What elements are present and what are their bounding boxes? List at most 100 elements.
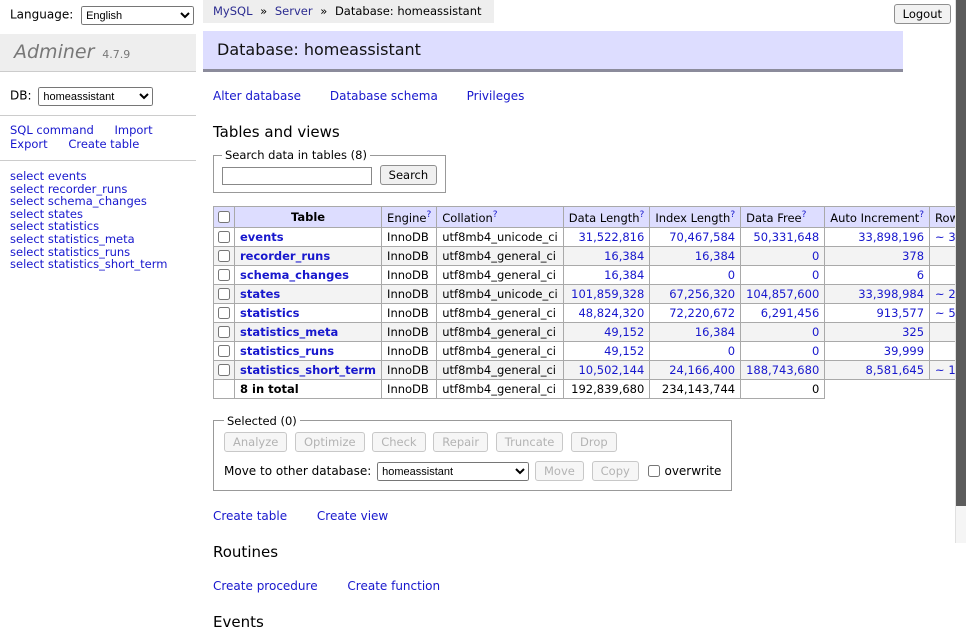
collation-cell: utf8mb4_general_ci [437, 360, 564, 379]
table-link[interactable]: events [240, 230, 284, 244]
data-free-link[interactable]: 188,743,680 [746, 363, 819, 377]
create-table-link-sidebar[interactable]: Create table [68, 137, 139, 151]
index-length-link[interactable]: 16,384 [695, 325, 735, 339]
move-button[interactable]: Move [535, 461, 584, 481]
privileges-link[interactable]: Privileges [467, 89, 525, 103]
data-length-link[interactable]: 10,502,144 [578, 363, 644, 377]
truncate-button[interactable]: Truncate [496, 432, 564, 452]
move-database-select[interactable]: homeassistant [377, 462, 529, 481]
breadcrumb: MySQL » Server » Database: homeassistant [203, 0, 494, 23]
table-link[interactable]: statistics_runs [240, 344, 334, 358]
data-length-link[interactable]: 16,384 [604, 249, 644, 263]
col-table: Table [235, 207, 382, 228]
total-index-length: 234,143,744 [650, 379, 741, 398]
overwrite-checkbox[interactable] [648, 465, 660, 477]
sidebar-item-select-statistics-short-term[interactable]: select statistics_short_term [10, 258, 186, 271]
table-link[interactable]: schema_changes [240, 268, 349, 282]
collation-cell: utf8mb4_general_ci [437, 341, 564, 360]
index-length-link[interactable]: 70,467,584 [669, 230, 735, 244]
sidebar-item-select-statistics-meta[interactable]: select statistics_meta [10, 233, 186, 246]
data-length-link[interactable]: 49,152 [604, 344, 644, 358]
auto-increment-link[interactable]: 33,398,984 [858, 287, 924, 301]
table-link[interactable]: states [240, 287, 280, 301]
data-free-link[interactable]: 50,331,648 [753, 230, 819, 244]
import-link[interactable]: Import [114, 123, 152, 137]
optimize-button[interactable]: Optimize [295, 432, 365, 452]
table-link[interactable]: statistics [240, 306, 300, 320]
auto-increment-link[interactable]: 325 [902, 325, 924, 339]
auto-increment-link[interactable]: 33,898,196 [858, 230, 924, 244]
table-row: recorder_runs InnoDB utf8mb4_general_ci … [214, 246, 966, 265]
breadcrumb-mysql-link[interactable]: MySQL [213, 4, 253, 18]
row-checkbox[interactable] [218, 326, 230, 338]
index-length-link[interactable]: 24,166,400 [669, 363, 735, 377]
search-button[interactable]: Search [380, 165, 438, 185]
row-checkbox[interactable] [218, 288, 230, 300]
auto-increment-link[interactable]: 39,999 [884, 344, 924, 358]
data-length-link[interactable]: 16,384 [604, 268, 644, 282]
row-checkbox[interactable] [218, 307, 230, 319]
database-schema-link[interactable]: Database schema [330, 89, 438, 103]
data-free-link[interactable]: 0 [812, 268, 819, 282]
scrollbar-thumb[interactable] [956, 0, 966, 506]
db-select[interactable]: homeassistant [38, 87, 153, 106]
data-length-link[interactable]: 49,152 [604, 325, 644, 339]
check-button[interactable]: Check [372, 432, 425, 452]
vertical-scrollbar[interactable] [955, 0, 966, 543]
total-data-length: 192,839,680 [563, 379, 650, 398]
repair-button[interactable]: Repair [433, 432, 488, 452]
row-checkbox[interactable] [218, 250, 230, 262]
index-length-link[interactable]: 67,256,320 [669, 287, 735, 301]
data-length-link[interactable]: 48,824,320 [578, 306, 644, 320]
index-length-link[interactable]: 0 [728, 268, 735, 282]
help-icon[interactable]: ? [640, 210, 645, 220]
help-icon[interactable]: ? [919, 210, 924, 220]
alter-database-link[interactable]: Alter database [213, 89, 301, 103]
help-icon[interactable]: ? [493, 210, 498, 220]
select-all-checkbox[interactable] [218, 211, 230, 223]
export-link[interactable]: Export [10, 137, 48, 151]
table-row: statistics_meta InnoDB utf8mb4_general_c… [214, 322, 966, 341]
data-free-link[interactable]: 6,291,456 [761, 306, 820, 320]
create-procedure-link[interactable]: Create procedure [213, 579, 318, 593]
auto-increment-link[interactable]: 378 [902, 249, 924, 263]
db-label: DB: [10, 89, 32, 103]
sidebar-item-select-events[interactable]: select events [10, 170, 186, 183]
copy-button[interactable]: Copy [592, 461, 639, 481]
table-link[interactable]: recorder_runs [240, 249, 330, 263]
create-function-link[interactable]: Create function [347, 579, 440, 593]
breadcrumb-server-link[interactable]: Server [275, 4, 313, 18]
data-length-link[interactable]: 101,859,328 [571, 287, 644, 301]
create-links: Create table Create view [213, 509, 903, 523]
row-checkbox[interactable] [218, 364, 230, 376]
create-table-link[interactable]: Create table [213, 509, 287, 523]
help-icon[interactable]: ? [730, 210, 735, 220]
row-checkbox[interactable] [218, 231, 230, 243]
row-checkbox[interactable] [218, 269, 230, 281]
analyze-button[interactable]: Analyze [224, 432, 287, 452]
data-free-link[interactable]: 0 [812, 325, 819, 339]
sidebar-item-select-schema-changes[interactable]: select schema_changes [10, 195, 186, 208]
row-checkbox[interactable] [218, 345, 230, 357]
data-length-link[interactable]: 31,522,816 [578, 230, 644, 244]
data-free-link[interactable]: 104,857,600 [746, 287, 819, 301]
index-length-link[interactable]: 72,220,672 [669, 306, 735, 320]
sql-command-link[interactable]: SQL command [10, 123, 94, 137]
auto-increment-link[interactable]: 8,581,645 [866, 363, 925, 377]
data-free-link[interactable]: 0 [812, 344, 819, 358]
auto-increment-link[interactable]: 6 [917, 268, 924, 282]
table-link[interactable]: statistics_short_term [240, 363, 376, 377]
col-engine: Engine? [382, 207, 437, 228]
language-select[interactable]: English [81, 6, 194, 25]
data-free-link[interactable]: 0 [812, 249, 819, 263]
auto-increment-link[interactable]: 913,577 [876, 306, 924, 320]
index-length-link[interactable]: 0 [728, 344, 735, 358]
search-input[interactable] [222, 167, 372, 185]
help-icon[interactable]: ? [426, 210, 431, 220]
col-data-free: Data Free? [741, 207, 825, 228]
index-length-link[interactable]: 16,384 [695, 249, 735, 263]
table-link[interactable]: statistics_meta [240, 325, 338, 339]
drop-button[interactable]: Drop [571, 432, 617, 452]
create-view-link[interactable]: Create view [317, 509, 388, 523]
help-icon[interactable]: ? [802, 210, 807, 220]
